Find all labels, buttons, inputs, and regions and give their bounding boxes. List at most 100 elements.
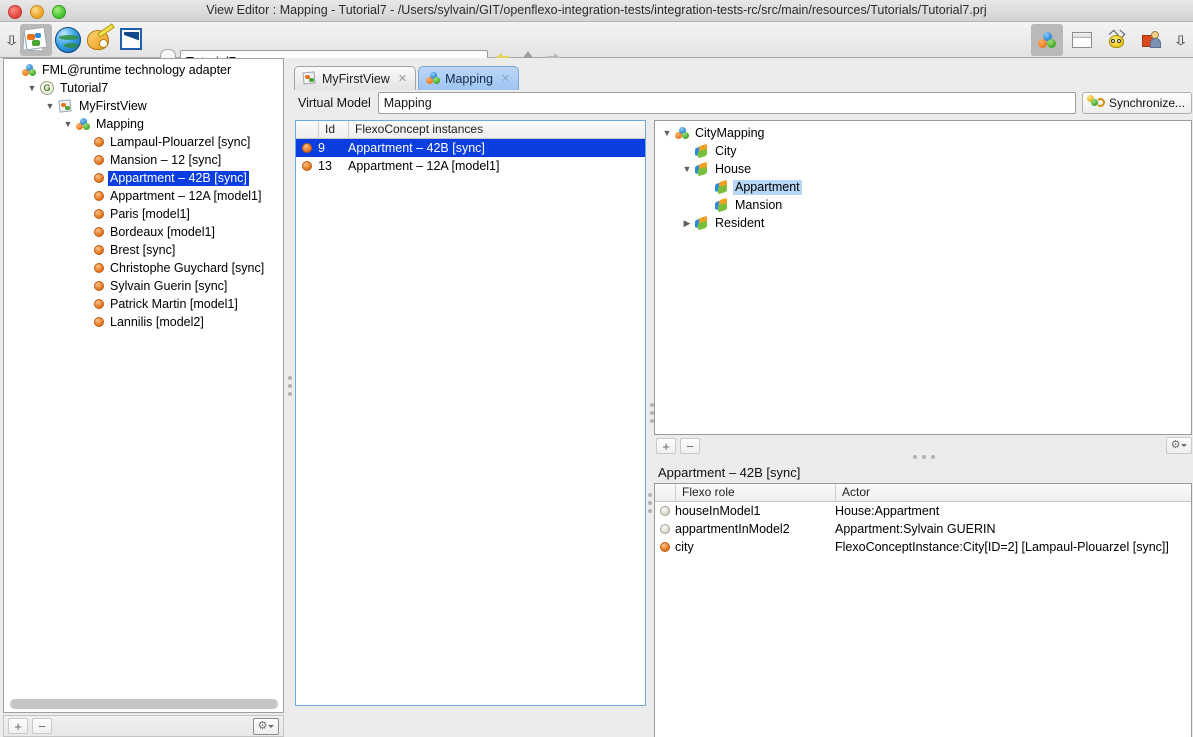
splitter-dot [648,501,652,505]
debug-button[interactable] [1101,24,1133,56]
browser-tree-node[interactable]: Bordeaux [model1] [4,223,283,241]
roles-col-actor[interactable]: Actor [835,484,1191,501]
concepts-remove-button[interactable]: − [680,438,700,454]
balls-icon [675,126,689,140]
twisty-collapsed-icon[interactable]: ▶ [679,218,695,229]
document-button[interactable] [116,24,148,56]
concepts-add-button[interactable]: + [656,438,676,454]
actor-cell: FlexoConceptInstance:City[ID=2] [Lampaul… [835,540,1169,554]
concept-tree-node[interactable]: Mansion [655,196,1191,214]
instance-icon [94,263,104,273]
instances-col-id[interactable]: Id [318,121,348,138]
splitter-dot [922,455,926,459]
twisty-expanded-icon[interactable]: ▼ [60,119,76,129]
browser-tree-node[interactable]: ▼ G Tutorial7 [4,79,283,97]
gear-icon: ⚙ [1170,439,1181,451]
toolbar-overflow-icon[interactable]: ⇩ [1171,25,1189,55]
chevron-down-icon [1181,444,1188,447]
browser-tree-node[interactable]: Brest [sync] [4,241,283,259]
browser-tree-node[interactable]: Patrick Martin [model1] [4,295,283,313]
project-icon: G [40,81,54,95]
twisty-expanded-icon[interactable]: ▼ [24,83,40,93]
actor-cell: Appartment:Sylvain GUERIN [835,522,996,536]
twisty-expanded-icon[interactable]: ▼ [679,164,695,174]
orange-dot-icon [660,542,670,552]
view-editor-icon [22,26,50,53]
browser-tree-node-label: Appartment – 42B [sync] [108,170,249,186]
title-bar: View Editor : Mapping - Tutorial7 - /Use… [0,0,1193,22]
concept-tree-node-label: Resident [715,215,765,230]
close-icon[interactable]: ✕ [398,72,407,85]
gear-icon: ⚙ [257,720,268,732]
view-editor-button[interactable] [20,24,52,56]
browser-tree-node[interactable]: Christophe Guychard [sync] [4,259,283,277]
splitter-dot [288,383,292,388]
instance-icon [94,317,104,327]
virtual-model-label: Virtual Model [298,95,371,110]
table-row[interactable]: 9 Appartment – 42B [sync] [296,139,645,157]
roles-table-body: houseInModel1 House:Appartment appartmentI… [655,502,1191,556]
concept-tree-node-label: Mansion [735,197,783,212]
browser-tree-node[interactable]: Sylvain Guerin [sync] [4,277,283,295]
browser-tree-node[interactable]: Paris [model1] [4,205,283,223]
instance-name-cell: Appartment – 42B [sync] [348,141,485,155]
roles-table-header: Flexo role Actor [655,484,1191,502]
concept-tree-node-label: CityMapping [695,125,765,140]
globe-button[interactable] [52,24,84,56]
tab-myfirstview[interactable]: MyFirstView ✕ [294,66,417,90]
splitter-dot [648,493,652,497]
chevrons-down-icon[interactable]: ⇩ [2,25,20,55]
flexo-role-cell: appartmentInModel2 [675,522,790,536]
bug-icon [1107,29,1127,49]
scrollbar-thumb[interactable] [10,699,278,709]
browser-tree-node[interactable]: ▼ Mapping [4,115,283,133]
editor-pane: MyFirstView ✕ Mapping ✕ Virtual Model Mappi… [294,58,1193,737]
mapping-icon [1038,32,1056,48]
instance-icon [94,137,104,147]
browser-tree-node[interactable]: Lampaul-Plouarzel [sync] [4,133,283,151]
right-horizontal-splitter[interactable] [889,452,959,462]
browser-tree-node[interactable]: FML@runtime technology adapter [4,61,283,79]
synchronize-button[interactable]: Synchronize... [1081,91,1192,114]
twisty-expanded-icon[interactable]: ▼ [659,128,675,138]
sidebar-settings-button[interactable]: ⚙ [253,718,279,735]
view-icon [302,71,317,85]
twisty-expanded-icon[interactable]: ▼ [42,101,58,111]
palette-button[interactable] [84,23,116,56]
row-icon-cell [655,542,675,552]
browser-tree-node[interactable]: ▼ MyFirstView [4,97,283,115]
concept-tree-node[interactable]: ▼ CityMapping [655,124,1191,142]
concept-tree-node-label: Appartment [733,179,802,195]
concept-tree-node[interactable]: Appartment [655,178,1191,196]
splitter-dot [648,509,652,513]
browser-tree-node-label: Paris [model1] [110,206,190,221]
instances-col-name[interactable]: FlexoConcept instances [348,121,645,138]
document-icon [119,28,145,52]
browser-tree-node[interactable]: Appartment – 42B [sync] [4,169,283,187]
sidebar-horizontal-scrollbar[interactable] [5,697,283,711]
table-row[interactable]: city FlexoConceptInstance:City[ID=2] [Lam… [655,538,1191,556]
window-button[interactable] [1066,24,1098,56]
user-button[interactable] [1136,24,1168,56]
browser-tree-node[interactable]: Appartment – 12A [model1] [4,187,283,205]
concept-icon [695,161,709,177]
table-row[interactable]: houseInModel1 House:Appartment [655,502,1191,520]
concept-tree-node-label: City [715,143,737,158]
roles-col-role[interactable]: Flexo role [675,484,835,501]
sidebar-add-button[interactable]: + [8,718,28,734]
concept-tree-node[interactable]: ▶ Resident [655,214,1191,232]
browser-tree-node-label: FML@runtime technology adapter [42,62,232,77]
table-row[interactable]: appartmentInModel2 Appartment:Sylvain GUE… [655,520,1191,538]
virtual-model-input[interactable]: Mapping [377,91,1076,114]
table-row[interactable]: 13 Appartment – 12A [model1] [296,157,645,175]
concepts-settings-button[interactable]: ⚙ [1166,437,1192,454]
sidebar-remove-button[interactable]: − [32,718,52,734]
concept-tree-node[interactable]: ▼ House [655,160,1191,178]
splitter-dot [288,391,292,396]
browser-tree-node[interactable]: Lannilis [model2] [4,313,283,331]
browser-tree-node[interactable]: Mansion – 12 [sync] [4,151,283,169]
mapping-perspective-button[interactable] [1031,24,1063,56]
concept-tree-node[interactable]: City [655,142,1191,160]
tab-mapping[interactable]: Mapping ✕ [418,66,520,90]
close-icon[interactable]: ✕ [501,72,510,85]
